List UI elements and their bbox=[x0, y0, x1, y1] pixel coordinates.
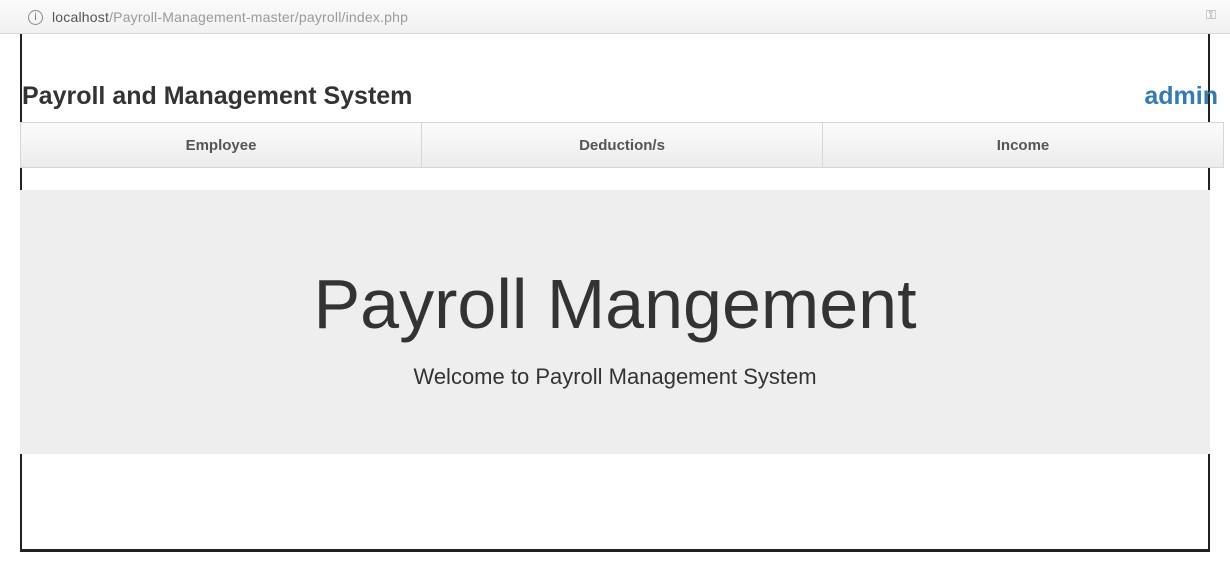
info-icon[interactable]: i bbox=[28, 10, 43, 25]
jumbotron: Payroll Mangement Welcome to Payroll Man… bbox=[20, 190, 1210, 454]
nav-item-income[interactable]: Income bbox=[823, 123, 1223, 167]
main-nav: Employee Deduction/s Income bbox=[20, 122, 1224, 168]
key-icon[interactable]: ⚿ bbox=[1206, 8, 1216, 23]
user-menu-link[interactable]: admin bbox=[1144, 82, 1218, 111]
jumbotron-subtitle: Welcome to Payroll Management System bbox=[413, 364, 817, 389]
nav-item-employee[interactable]: Employee bbox=[21, 123, 422, 167]
url-host: localhost bbox=[52, 9, 110, 25]
page-title: Payroll and Management System bbox=[22, 82, 413, 110]
jumbotron-title: Payroll Mangement bbox=[313, 265, 917, 343]
url-path: /Payroll-Management-master/payroll/index… bbox=[109, 9, 409, 25]
nav-item-deductions[interactable]: Deduction/s bbox=[422, 123, 823, 167]
url-field[interactable]: localhost/Payroll-Management-master/payr… bbox=[52, 9, 408, 25]
browser-address-bar[interactable]: i localhost/Payroll-Management-master/pa… bbox=[0, 0, 1230, 34]
